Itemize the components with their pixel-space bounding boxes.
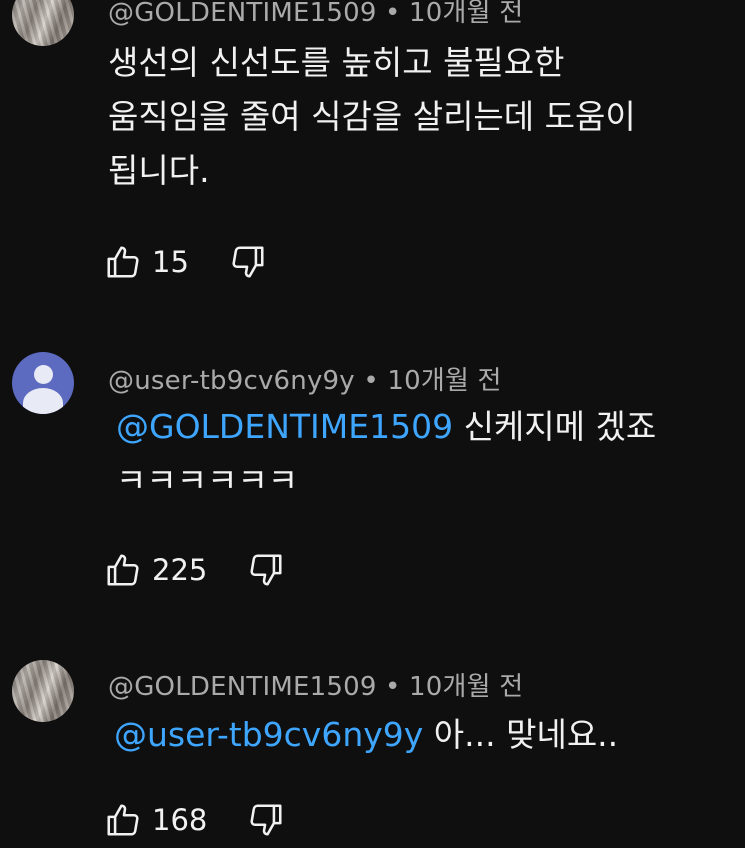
comment-actions: 225 xyxy=(104,550,285,590)
thumb-down-icon[interactable] xyxy=(247,801,285,839)
like-count: 225 xyxy=(152,553,208,587)
comment-time: 10개월 전 xyxy=(409,672,524,702)
avatar[interactable] xyxy=(12,352,74,414)
comment-meta: @user-tb9cv6ny9y • 10개월 전 xyxy=(108,360,502,397)
avatar[interactable] xyxy=(12,0,74,46)
comment-author[interactable]: @user-tb9cv6ny9y xyxy=(108,366,355,396)
thumb-up-icon[interactable] xyxy=(104,551,142,589)
meta-separator: • xyxy=(376,0,410,28)
avatar[interactable] xyxy=(12,660,74,722)
comment-actions: 15 xyxy=(104,242,267,282)
meta-separator: • xyxy=(354,366,388,396)
avatar-body xyxy=(23,388,63,414)
mention-link[interactable]: @GOLDENTIME1509 xyxy=(116,407,453,446)
comment-text: @user-tb9cv6ny9y 아... 맞네요.. xyxy=(114,708,734,762)
comment-body: 아... 맞네요.. xyxy=(423,715,619,754)
comment-author[interactable]: @GOLDENTIME1509 xyxy=(108,0,377,28)
thumb-down-icon[interactable] xyxy=(229,243,267,281)
meta-separator: • xyxy=(376,672,410,702)
comment-time: 10개월 전 xyxy=(387,366,502,396)
comment-time: 10개월 전 xyxy=(409,0,524,28)
like-count: 168 xyxy=(152,803,208,837)
like-count: 15 xyxy=(152,245,189,279)
comment-meta: @GOLDENTIME1509 • 10개월 전 xyxy=(108,666,523,703)
comment-actions: 168 xyxy=(104,800,285,840)
mention-link[interactable]: @user-tb9cv6ny9y xyxy=(114,715,423,754)
comment-text: @GOLDENTIME1509 신케지메 겠죠 ㅋㅋㅋㅋㅋㅋ xyxy=(116,400,736,508)
avatar-head xyxy=(34,365,53,384)
comment-meta: @GOLDENTIME1509 • 10개월 전 xyxy=(108,0,523,29)
thumb-down-icon[interactable] xyxy=(247,551,285,589)
comment-body: 생선의 신선도를 높히고 불필요한 움직임을 줄여 식감을 살리는데 도움이 됩… xyxy=(108,43,636,190)
comment-author[interactable]: @GOLDENTIME1509 xyxy=(108,672,377,702)
thumb-up-icon[interactable] xyxy=(104,801,142,839)
comment-text: 생선의 신선도를 높히고 불필요한 움직임을 줄여 식감을 살리는데 도움이 됩… xyxy=(108,36,728,198)
thumb-up-icon[interactable] xyxy=(104,243,142,281)
